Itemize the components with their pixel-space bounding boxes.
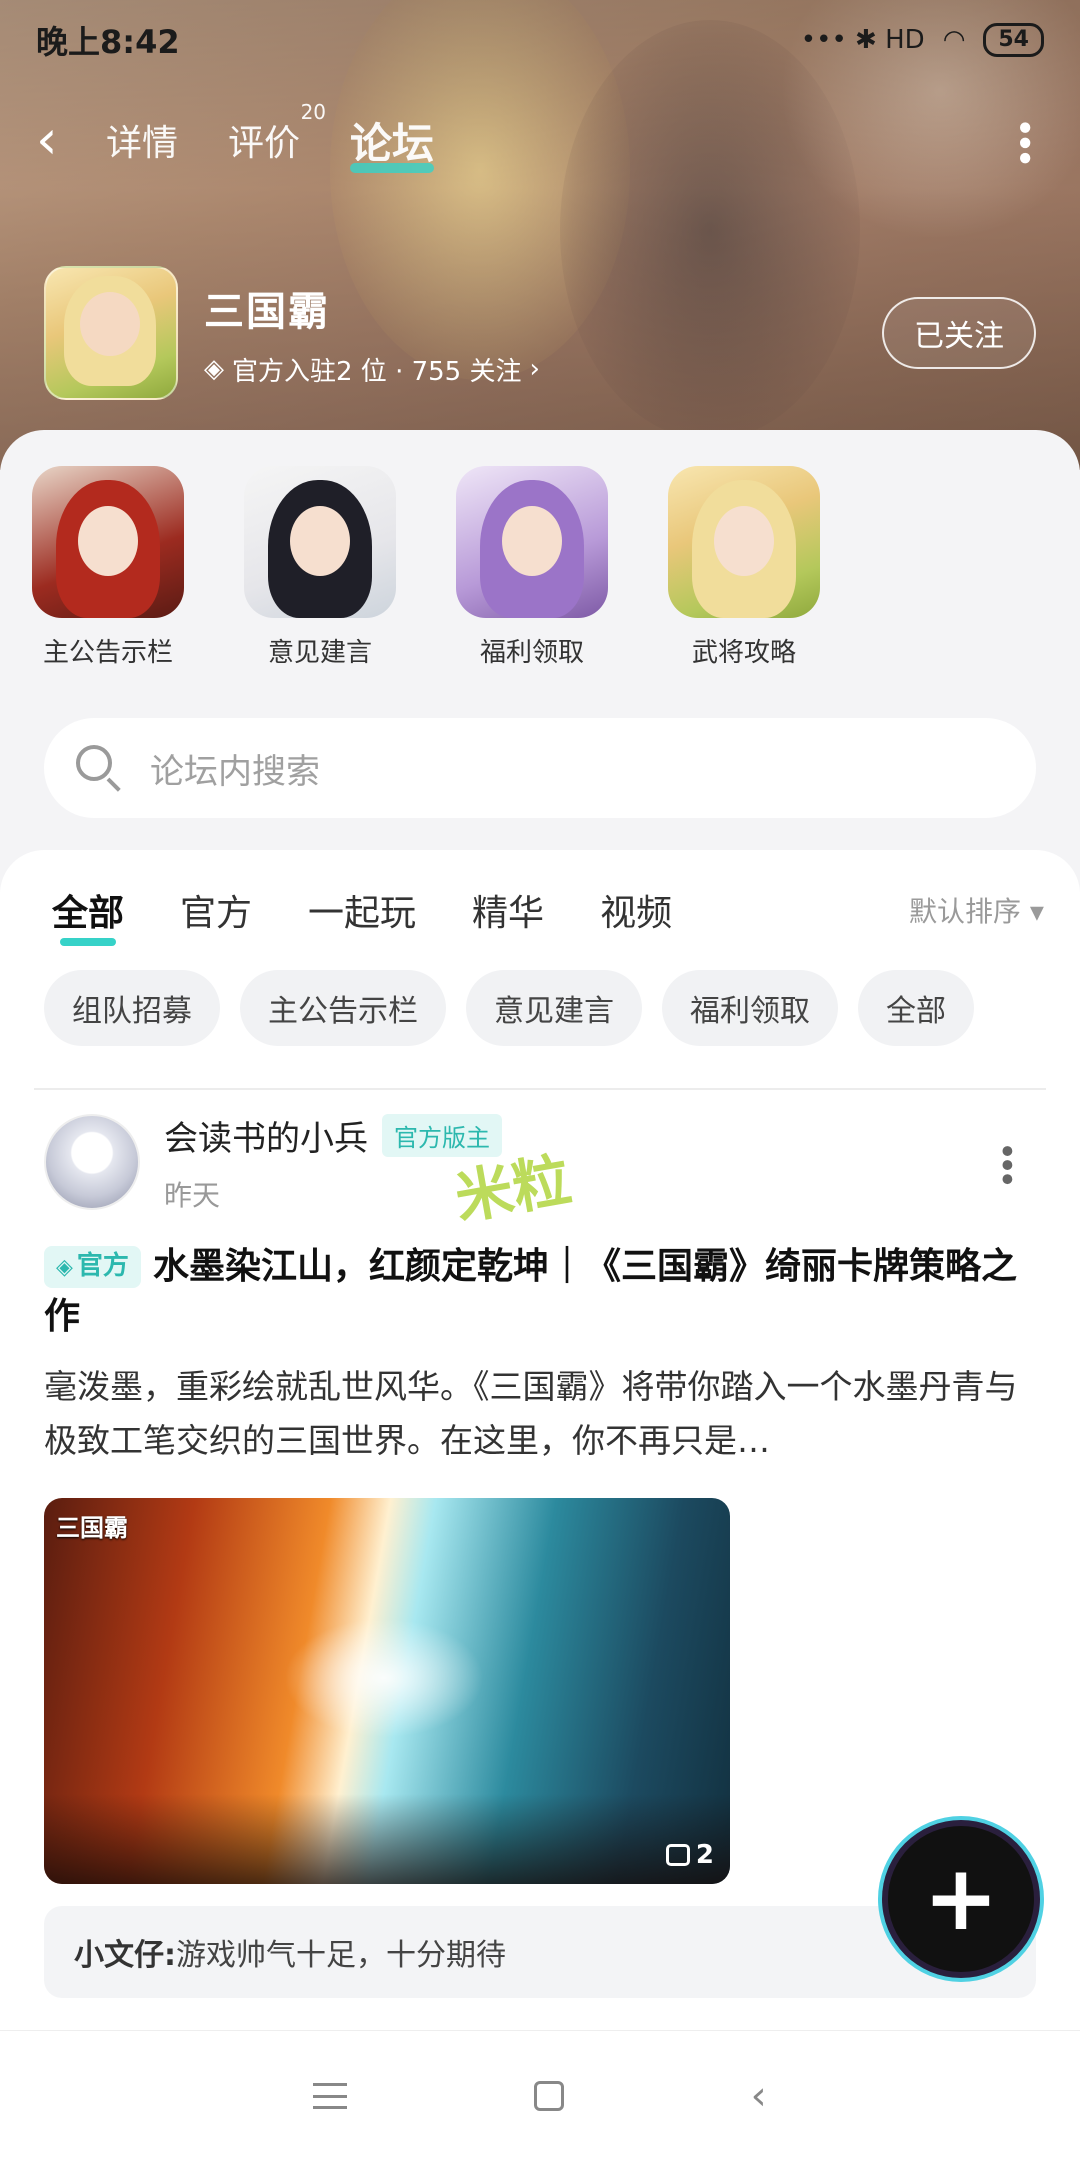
section-label: 意见建言 xyxy=(267,638,372,668)
comment-text: 游戏帅气十足，十分期待 xyxy=(176,1938,506,1973)
section-art xyxy=(714,506,774,576)
more-icon[interactable]: ••• xyxy=(1003,117,1044,163)
wifi-icon: ◠ xyxy=(942,25,966,55)
filter-tab-official[interactable]: 官方 xyxy=(180,884,252,936)
chip-all[interactable]: 全部 xyxy=(858,970,974,1046)
section-art xyxy=(290,506,350,576)
image-logo: 三国霸 xyxy=(56,1514,128,1542)
status-time: 晚上8:42 xyxy=(36,23,180,61)
category-chips: 组队招募 主公告示栏 意见建言 福利领取 全部 xyxy=(44,970,974,1046)
create-post-button[interactable]: + xyxy=(888,1826,1034,1972)
section-feedback[interactable]: 意见建言 xyxy=(244,466,396,669)
tab-label: 详情 xyxy=(106,123,179,164)
game-header: 三国霸 ◈ 官方入驻2 位 · 755 关注 › 已关注 xyxy=(44,266,1036,400)
post-title-text: 水墨染江山，红颜定乾坤｜《三国霸》绮丽卡牌策略之作 xyxy=(44,1246,1017,1337)
tab-label: 论坛 xyxy=(350,118,435,168)
filter-tab-featured[interactable]: 精华 xyxy=(472,884,544,936)
image-icon xyxy=(665,1844,690,1866)
section-art xyxy=(502,506,562,576)
nav-back-icon[interactable]: ‹ xyxy=(751,2073,767,2119)
search-icon xyxy=(74,743,124,793)
system-nav-bar: ‹ xyxy=(0,2030,1080,2160)
section-art xyxy=(78,506,138,576)
chip-team-recruit[interactable]: 组队招募 xyxy=(44,970,220,1046)
battery-icon: 54 xyxy=(983,23,1044,57)
filter-tabs: 全部 官方 一起玩 精华 视频 默认排序 ▾ xyxy=(52,870,1044,950)
search-input[interactable]: 论坛内搜索 xyxy=(44,718,1036,818)
menu-icon[interactable] xyxy=(313,2082,348,2109)
comment-author: 小文仔: xyxy=(74,1938,176,1973)
diamond-icon: ◈ xyxy=(56,1255,73,1280)
sort-dropdown[interactable]: 默认排序 ▾ xyxy=(909,890,1044,930)
image-art xyxy=(284,1618,484,1738)
forum-panel: 主公告示栏 意见建言 福利领取 武将攻略 论坛内搜索 全部 官方 一起玩 精华 … xyxy=(0,430,1080,2030)
filter-tab-play-together[interactable]: 一起玩 xyxy=(308,884,416,936)
avatar[interactable] xyxy=(44,1114,140,1210)
filter-tab-video[interactable]: 视频 xyxy=(600,884,672,936)
post-header: 会读书的小兵 官方版主 昨天 ••• 米粒 xyxy=(44,1111,1036,1232)
post-body[interactable]: 毫泼墨，重彩绘就乱世风华。《三国霸》将带你踏入一个水墨丹青与极致工笔交织的三国世… xyxy=(44,1360,1036,1468)
author-name[interactable]: 会读书的小兵 xyxy=(164,1111,368,1160)
section-label: 主公告示栏 xyxy=(42,638,173,668)
signal-icon: ••• ✱ HD xyxy=(800,25,925,55)
top-nav: ‹ 详情 评价 20 论坛 ••• xyxy=(36,100,1044,173)
follow-button[interactable]: 已关注 xyxy=(882,297,1036,369)
image-count: 2 xyxy=(665,1840,714,1870)
chevron-right-icon: › xyxy=(529,354,540,384)
post-title[interactable]: ◈ 官方 水墨染江山，红颜定乾坤｜《三国霸》绮丽卡牌策略之作 xyxy=(44,1242,1036,1342)
official-tag-label: 官方 xyxy=(76,1251,129,1281)
tab-forum[interactable]: 论坛 xyxy=(350,110,435,173)
back-icon[interactable]: ‹ xyxy=(36,113,106,167)
section-image xyxy=(244,466,396,618)
game-name: 三国霸 xyxy=(204,288,330,335)
post-time: 昨天 xyxy=(164,1178,221,1212)
section-image xyxy=(456,466,608,618)
diamond-icon: ◈ xyxy=(204,354,224,384)
official-tag: ◈ 官方 xyxy=(44,1246,141,1288)
image-count-value: 2 xyxy=(695,1840,714,1870)
divider xyxy=(34,1088,1046,1090)
tab-label: 评价 xyxy=(228,123,301,164)
section-rewards[interactable]: 福利领取 xyxy=(456,466,608,669)
game-info: 三国霸 ◈ 官方入驻2 位 · 755 关注 › xyxy=(204,279,540,388)
more-icon[interactable]: ••• xyxy=(986,1141,1026,1183)
review-count-badge: 20 xyxy=(300,100,327,124)
section-label: 福利领取 xyxy=(479,638,584,668)
forum-sections: 主公告示栏 意见建言 福利领取 武将攻略 xyxy=(32,466,820,669)
chip-rewards[interactable]: 福利领取 xyxy=(662,970,838,1046)
post-card[interactable]: 会读书的小兵 官方版主 昨天 ••• 米粒 ◈ 官方 水墨染江山，红颜定乾坤｜《三国… xyxy=(44,1112,1036,1998)
chip-feedback[interactable]: 意见建言 xyxy=(466,970,642,1046)
section-guides[interactable]: 武将攻略 xyxy=(668,466,820,669)
game-banner: 晚上8:42 ••• ✱ HD ◠ 54 ‹ 详情 评价 20 论坛 ••• 三… xyxy=(0,0,1080,470)
filter-tab-all[interactable]: 全部 xyxy=(52,884,124,946)
icon-art xyxy=(80,292,140,356)
top-comment[interactable]: 小文仔: 游戏帅气十足，十分期待 xyxy=(44,1906,1036,1998)
status-bar: 晚上8:42 ••• ✱ HD ◠ 54 xyxy=(36,18,1044,62)
plus-icon: + xyxy=(923,1846,999,1951)
post-image[interactable]: 三国霸 2 xyxy=(44,1498,730,1884)
chip-announcements[interactable]: 主公告示栏 xyxy=(240,970,446,1046)
section-image xyxy=(668,466,820,618)
search-placeholder: 论坛内搜索 xyxy=(150,751,320,792)
image-art xyxy=(44,1794,730,1884)
game-meta[interactable]: ◈ 官方入驻2 位 · 755 关注 › xyxy=(204,351,540,388)
game-icon[interactable] xyxy=(44,266,178,400)
section-announcements[interactable]: 主公告示栏 xyxy=(32,466,184,669)
section-image xyxy=(32,466,184,618)
section-label: 武将攻略 xyxy=(691,638,796,668)
game-meta-text: 官方入驻2 位 · 755 关注 xyxy=(232,356,522,387)
home-icon[interactable] xyxy=(533,2080,564,2111)
tab-reviews[interactable]: 评价 20 xyxy=(228,100,326,166)
status-icons: ••• ✱ HD ◠ 54 xyxy=(801,23,1044,57)
tab-details[interactable]: 详情 xyxy=(106,114,178,166)
